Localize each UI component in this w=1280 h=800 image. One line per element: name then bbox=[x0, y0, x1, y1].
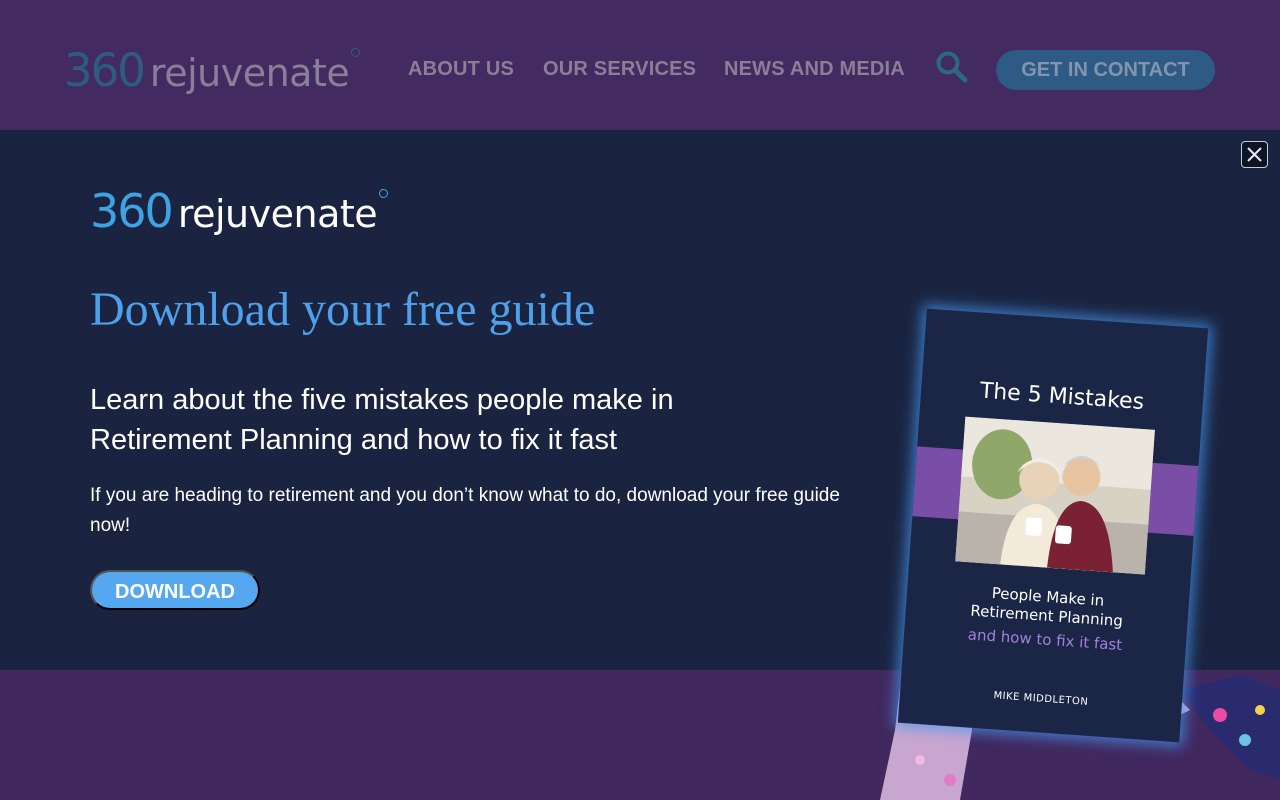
search-icon bbox=[936, 51, 968, 83]
modal-subheading: Learn about the five mistakes people mak… bbox=[90, 384, 674, 456]
modal-logo-word: rejuvenate bbox=[177, 192, 378, 236]
book-author: MIKE MIDDLETON bbox=[993, 690, 1089, 708]
close-icon bbox=[1247, 147, 1262, 162]
close-modal-button[interactable] bbox=[1241, 141, 1268, 168]
modal-body-text: If you are heading to retirement and you… bbox=[90, 485, 840, 536]
download-button[interactable]: DOWNLOAD bbox=[90, 570, 260, 610]
search-button[interactable] bbox=[935, 50, 969, 84]
modal-logo-number: 360 bbox=[90, 184, 174, 238]
book-title: The 5 Mistakes bbox=[979, 378, 1145, 416]
nav-news-and-media[interactable]: NEWS AND MEDIA bbox=[724, 58, 905, 81]
nav-about-us[interactable]: ABOUT US bbox=[408, 58, 514, 81]
nav-our-services[interactable]: OUR SERVICES bbox=[543, 58, 696, 81]
guide-book-cover: The 5 Mistakes People Make in Retirement… bbox=[897, 308, 1209, 743]
book-cover-photo bbox=[955, 416, 1155, 575]
site-header: 360 rejuvenate ABOUT US OUR SERVICES NEW… bbox=[0, 0, 1280, 130]
modal-logo: 360 rejuvenate bbox=[90, 184, 389, 238]
site-logo[interactable]: 360 rejuvenate bbox=[64, 44, 361, 97]
get-in-contact-button[interactable]: GET IN CONTACT bbox=[996, 50, 1215, 90]
logo-degree-mark bbox=[351, 48, 361, 57]
modal-heading: Download your free guide bbox=[90, 283, 596, 336]
modal-logo-degree-mark bbox=[379, 189, 389, 198]
logo-word: rejuvenate bbox=[149, 51, 350, 95]
logo-number: 360 bbox=[64, 44, 146, 97]
